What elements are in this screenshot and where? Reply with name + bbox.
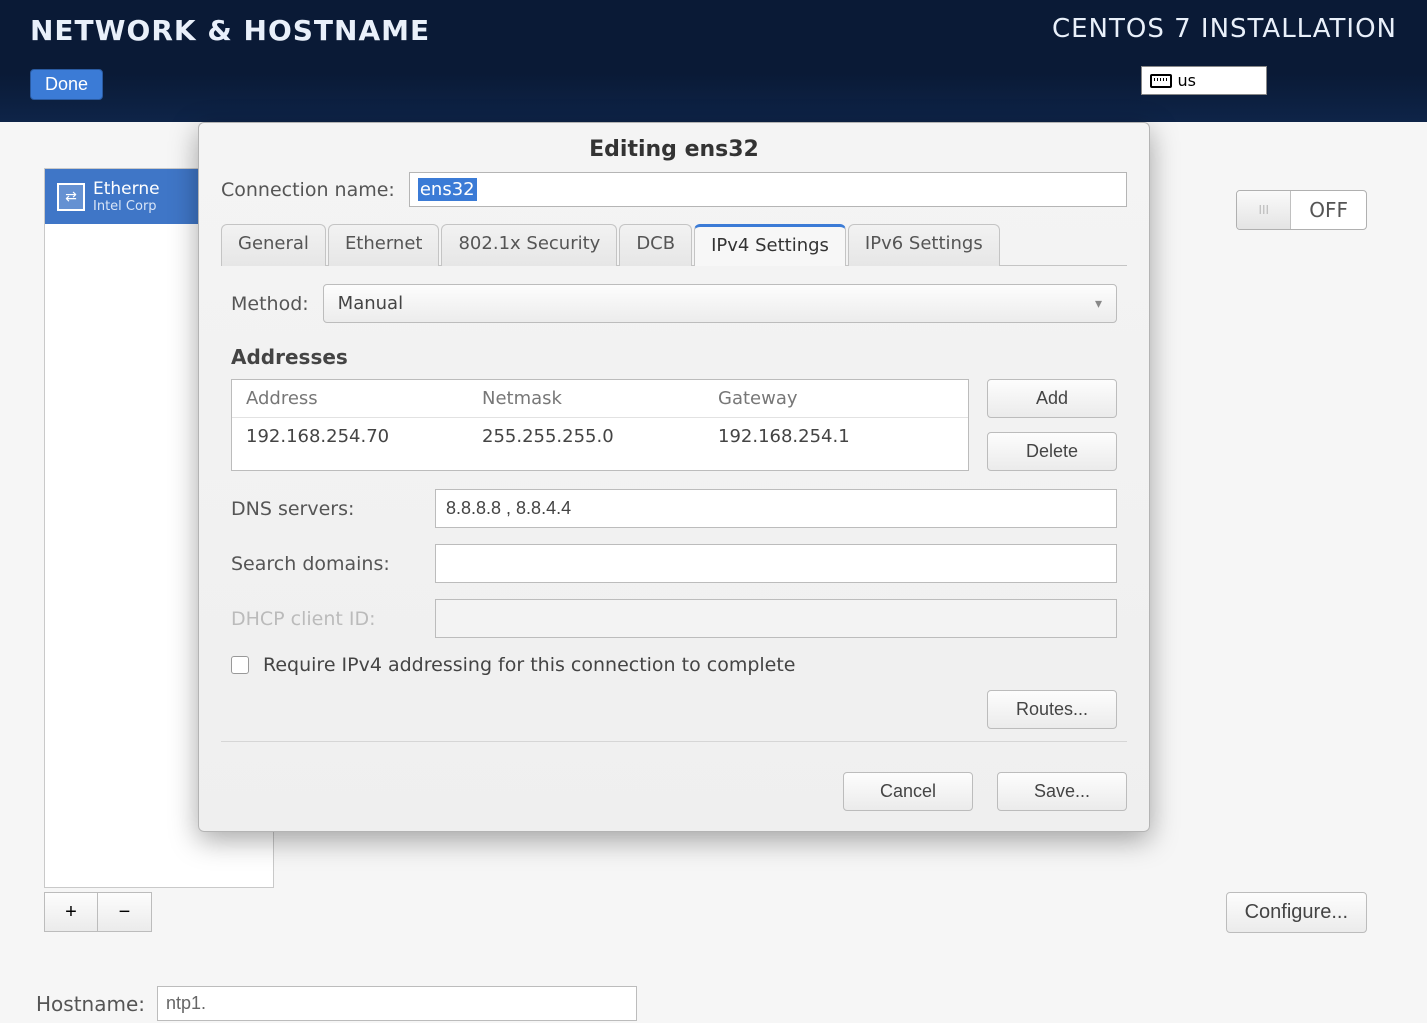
main-area: ⇄ Etherne Intel Corp + − III OFF Configu… — [0, 122, 1427, 1023]
routes-button[interactable]: Routes... — [987, 690, 1117, 729]
connection-name-value: ens32 — [418, 178, 477, 201]
require-ipv4-checkbox[interactable] — [231, 656, 249, 674]
save-button[interactable]: Save... — [997, 772, 1127, 811]
nic-icon: ⇄ — [57, 183, 85, 211]
connection-name-label: Connection name: — [221, 179, 395, 201]
search-domains-input[interactable] — [435, 544, 1117, 583]
hostname-input[interactable] — [157, 986, 637, 1021]
delete-address-button[interactable]: Delete — [987, 432, 1117, 471]
hostname-label: Hostname: — [36, 992, 145, 1016]
col-gateway: Gateway — [718, 388, 954, 409]
cell-netmask: 255.255.255.0 — [482, 426, 718, 447]
dns-label: DNS servers: — [231, 498, 421, 520]
tab-ethernet[interactable]: Ethernet — [328, 224, 440, 266]
connection-name-input[interactable]: ens32 — [409, 172, 1127, 207]
tab-8021x[interactable]: 802.1x Security — [441, 224, 617, 266]
toggle-knob-icon: III — [1237, 191, 1291, 229]
chevron-down-icon: ▾ — [1095, 296, 1102, 312]
col-netmask: Netmask — [482, 388, 718, 409]
cell-address: 192.168.254.70 — [246, 426, 482, 447]
interface-name: Etherne — [93, 179, 160, 199]
addresses-table[interactable]: Address Netmask Gateway 192.168.254.70 2… — [231, 379, 969, 471]
addresses-heading: Addresses — [231, 345, 1117, 369]
tab-ipv4[interactable]: IPv4 Settings — [694, 224, 846, 266]
connection-toggle[interactable]: III OFF — [1236, 190, 1367, 230]
cancel-button[interactable]: Cancel — [843, 772, 973, 811]
dialog-title: Editing ens32 — [199, 123, 1149, 172]
dhcp-client-id-label: DHCP client ID: — [231, 608, 421, 630]
dns-input[interactable] — [435, 489, 1117, 528]
table-row[interactable]: 192.168.254.70 255.255.255.0 192.168.254… — [232, 418, 968, 455]
require-ipv4-label: Require IPv4 addressing for this connect… — [263, 654, 796, 676]
col-address: Address — [246, 388, 482, 409]
done-button[interactable]: Done — [30, 69, 103, 100]
search-domains-label: Search domains: — [231, 553, 421, 575]
interface-vendor: Intel Corp — [93, 199, 160, 214]
keyboard-layout-indicator[interactable]: us — [1141, 66, 1267, 95]
tab-ipv6[interactable]: IPv6 Settings — [848, 224, 1000, 266]
page-title: NETWORK & HOSTNAME — [30, 14, 430, 47]
configure-button[interactable]: Configure... — [1226, 892, 1367, 933]
keyboard-icon — [1150, 74, 1172, 88]
tab-dcb[interactable]: DCB — [619, 224, 692, 266]
method-value: Manual — [338, 293, 403, 314]
top-bar: NETWORK & HOSTNAME CENTOS 7 INSTALLATION… — [0, 0, 1427, 122]
keyboard-layout-text: us — [1178, 71, 1196, 90]
cell-gateway: 192.168.254.1 — [718, 426, 954, 447]
edit-connection-dialog: Editing ens32 Connection name: ens32 Gen… — [198, 122, 1150, 832]
toggle-state: OFF — [1291, 198, 1366, 222]
add-interface-button[interactable]: + — [44, 892, 98, 932]
add-address-button[interactable]: Add — [987, 379, 1117, 418]
method-select[interactable]: Manual ▾ — [323, 284, 1117, 323]
dhcp-client-id-input — [435, 599, 1117, 638]
tab-general[interactable]: General — [221, 224, 326, 266]
installer-title: CENTOS 7 INSTALLATION — [1052, 14, 1397, 44]
method-label: Method: — [231, 293, 309, 315]
settings-tabs: General Ethernet 802.1x Security DCB IPv… — [221, 223, 1127, 266]
remove-interface-button[interactable]: − — [98, 892, 152, 932]
divider — [221, 741, 1127, 742]
